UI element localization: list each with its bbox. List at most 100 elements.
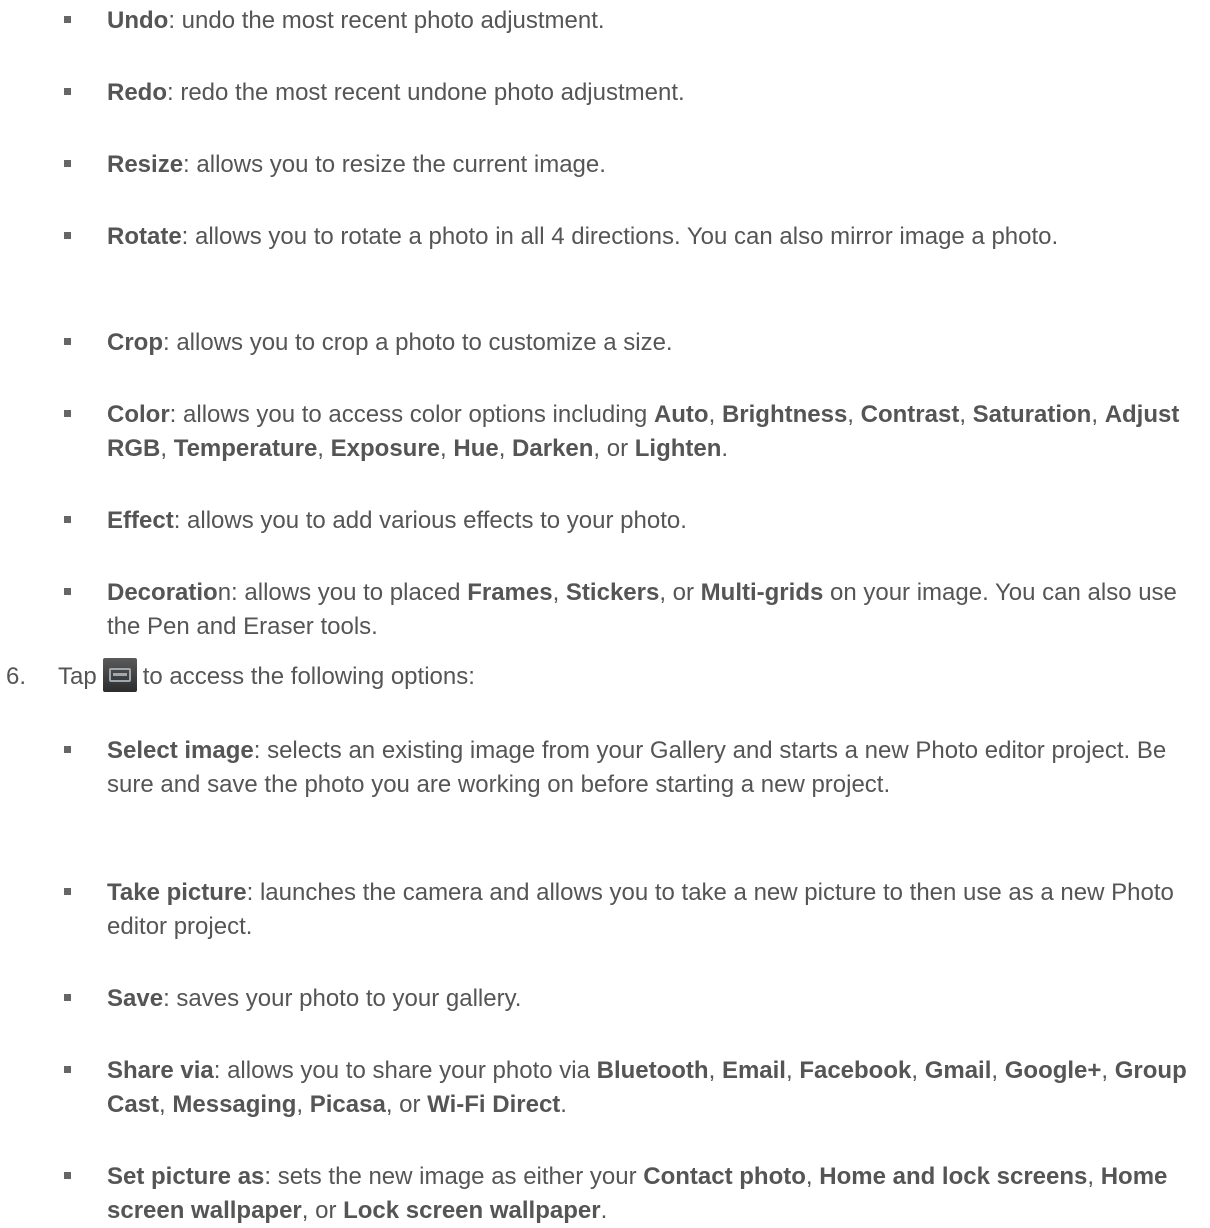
list-item: Effect: allows you to add various effect… [0,504,1197,538]
item-text: . [721,435,729,462]
item-text: : launches the camera and allows you to … [107,879,1174,940]
item-text: , or [593,435,635,462]
bold-term: Gmail [924,1057,992,1084]
bullet-icon [64,88,71,95]
item-text: : allows you to resize the current image… [183,151,606,178]
bold-term: Picasa [309,1091,386,1118]
list-item: Crop: allows you to crop a photo to cust… [0,326,1197,360]
bold-term: Color [107,401,170,428]
item-text: , or [385,1091,428,1118]
item-text: , [785,1057,800,1084]
bullet-icon [64,746,71,753]
bold-term: Multi-grids [700,579,824,606]
item-text: , [1087,1163,1101,1190]
bold-term: Google+ [1004,1057,1102,1084]
bold-term: Set picture as [107,1163,265,1190]
list-item: Redo: redo the most recent undone photo … [0,76,1197,110]
list-item: Set picture as: sets the new image as ei… [0,1160,1197,1228]
step-6: 6. Tap to access the following options: [6,658,475,694]
item-text: , [911,1057,925,1084]
item-text: , [1101,1057,1115,1084]
bold-term: Hue [453,435,499,462]
item-text: , [959,401,973,428]
bold-term: Share via [107,1057,214,1084]
item-text: , [708,401,722,428]
list-item: Undo: undo the most recent photo adjustm… [0,4,1197,38]
bold-term: Lighten [634,435,722,462]
bold-term: Frames [467,579,553,606]
item-text: : allows you to access color options inc… [169,401,654,428]
item-text: : selects an existing image from your Ga… [107,737,1167,798]
bullet-icon [64,160,71,167]
list-item: Save: saves your photo to your gallery. [0,982,1197,1016]
bold-term: Select image [107,737,254,764]
bold-term: Exposure [330,435,441,462]
item-text: : sets the new image as either your [264,1163,644,1190]
item-text: , [317,435,331,462]
bold-term: Undo [107,7,169,34]
list-item: Color: allows you to access color option… [0,398,1197,466]
list-item: Resize: allows you to resize the current… [0,148,1197,182]
item-text: , [1091,401,1105,428]
item-text: , [991,1057,1005,1084]
list-item: Take picture: launches the camera and al… [0,876,1197,944]
item-text: : allows you to crop a photo to customiz… [163,329,673,356]
bullet-icon [64,994,71,1001]
bold-term: Temperature [173,435,318,462]
item-text: : undo the most recent photo adjustment. [168,7,605,34]
bullet-icon [64,516,71,523]
item-text: . [560,1091,567,1118]
list-item: Rotate: allows you to rotate a photo in … [0,220,1197,254]
bullet-icon [64,1066,71,1073]
document-page: Undo: undo the most recent photo adjustm… [0,0,1210,1224]
item-text: : allows you to share your photo via [213,1057,597,1084]
bold-term: Decoratio [107,579,218,606]
step-text-after: to access the following options: [142,663,475,690]
item-text: , [708,1057,722,1084]
item-text: , [160,435,174,462]
list-item: Select image: selects an existing image … [0,734,1197,802]
bold-term: Stickers [565,579,660,606]
bold-term: Home and lock screens [819,1163,1088,1190]
bold-term: Contrast [860,401,960,428]
bold-term: Take picture [107,879,247,906]
menu-icon [102,658,137,692]
bold-term: Messaging [172,1091,297,1118]
bold-term: Crop [107,329,163,356]
bold-term: Wi-Fi Direct [427,1091,561,1118]
bullet-icon [64,1172,71,1179]
bold-term: Contact photo [643,1163,806,1190]
item-text: : allows you to add various effects to y… [173,507,687,534]
item-text: : redo the most recent undone photo adju… [167,79,685,106]
bold-term: Save [107,985,164,1012]
bold-term: Resize [107,151,184,178]
bullet-icon [64,338,71,345]
list-item: Decoration: allows you to placed Frames,… [0,576,1197,644]
item-text: , [847,401,861,428]
bold-term: Saturation [972,401,1092,428]
bold-term: Auto [653,401,709,428]
step-text-before: Tap [58,663,97,690]
bold-term: Facebook [799,1057,912,1084]
bold-term: Brightness [721,401,848,428]
bold-term: Bluetooth [596,1057,709,1084]
bold-term: Darken [512,435,594,462]
bullet-icon [64,588,71,595]
bold-term: Redo [107,79,167,106]
item-text: , [440,435,454,462]
step-number: 6. [6,663,27,690]
item-text: , [805,1163,820,1190]
bullet-icon [64,16,71,23]
item-text: , [159,1091,173,1118]
bullet-icon [64,232,71,239]
bold-term: Email [721,1057,786,1084]
bold-term: Rotate [107,223,182,250]
item-text: : allows you to rotate a photo in all 4 … [181,223,1059,250]
item-text: , [498,435,513,462]
item-text: n: allows you to placed [217,579,468,606]
bullet-icon [64,410,71,417]
list-item: Share via: allows you to share your phot… [0,1054,1197,1122]
bullet-icon [64,888,71,895]
item-text: , or [659,579,701,606]
item-text: : saves your photo to your gallery. [163,985,522,1012]
